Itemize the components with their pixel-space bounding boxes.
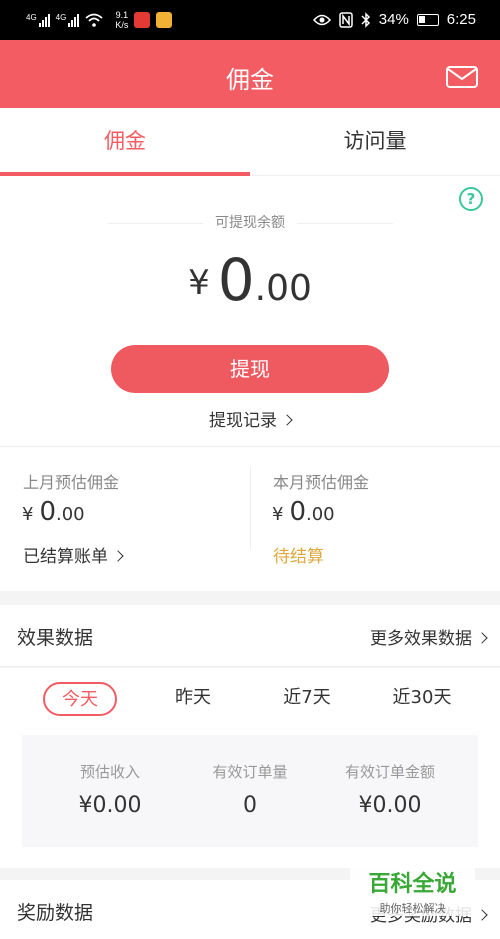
balance-label-wrap: 可提现余额 [0, 212, 500, 232]
stat-value: ¥0.00 [358, 793, 422, 818]
this-month-label: 本月预估佣金 [273, 473, 370, 492]
reward-data-title: 奖励数据 [17, 902, 94, 924]
period-yesterday[interactable]: 昨天 [160, 682, 226, 716]
help-icon[interactable]: ? [459, 187, 483, 211]
withdraw-record-link[interactable]: 提现记录 [0, 406, 500, 431]
watermark: 百科全说 助你轻松解决 [350, 860, 475, 916]
network-type-2: 4G [55, 13, 67, 22]
stat-label: 有效订单量 [212, 763, 288, 781]
period-selector: 今天 昨天 近7天 近30天 [0, 682, 500, 718]
status-right: 34% 6:25 [312, 11, 476, 28]
app-header: 佣金 [0, 40, 500, 108]
net-speed-unit: K/s [115, 20, 129, 30]
stat-label: 预估收入 [79, 763, 140, 781]
period-30-days[interactable]: 近30天 [382, 682, 462, 716]
signal-icon-2: 4G [56, 13, 80, 27]
bluetooth-icon [361, 11, 370, 28]
currency-symbol: ¥ [22, 504, 34, 525]
stat-value: 0 [243, 793, 257, 818]
more-effect-data-label: 更多效果数据 [370, 629, 472, 649]
this-month-decimal: .00 [306, 504, 335, 525]
more-effect-data-link[interactable]: 更多效果数据 [370, 624, 488, 649]
watermark-main: 百科全说 [368, 872, 457, 897]
settled-bills-label: 已结算账单 [23, 547, 108, 567]
clock: 6:25 [446, 11, 476, 28]
stat-value: ¥0.00 [78, 793, 142, 818]
mail-icon[interactable] [446, 66, 478, 88]
currency-symbol: ¥ [272, 504, 284, 525]
status-bar: 4G 4G 9.1 K/s 34% 6:25 [0, 0, 500, 40]
chevron-right-icon [112, 550, 124, 562]
withdraw-record-label: 提现记录 [209, 411, 277, 431]
period-today[interactable]: 今天 [43, 682, 117, 716]
period-7-days[interactable]: 近7天 [272, 682, 342, 716]
page-title: 佣金 [226, 66, 274, 94]
signal-icon-1: 4G [26, 13, 50, 27]
balance-decimal: .00 [254, 268, 312, 309]
chevron-right-icon [476, 632, 488, 644]
app-notification-icon [134, 12, 151, 28]
balance-label: 可提现余额 [203, 215, 297, 231]
settled-bills-link[interactable]: 已结算账单 [23, 542, 124, 567]
this-month-column: 本月预估佣金 ¥0.00 待结算 [250, 447, 500, 592]
stat-label: 有效订单金额 [344, 763, 435, 781]
wifi-icon [85, 13, 103, 27]
tab-visits[interactable]: 访问量 [250, 108, 500, 176]
currency-symbol: ¥ [188, 263, 210, 303]
chevron-right-icon [281, 414, 293, 426]
balance-amount: ¥0.00 [0, 246, 500, 314]
monthly-commission: 上月预估佣金 ¥0.00 已结算账单 本月预估佣金 ¥0.00 待结算 [0, 446, 500, 591]
balance-card: ? 可提现余额 ¥0.00 提现 提现记录 [0, 176, 500, 446]
last-month-label: 上月预估佣金 [23, 473, 120, 492]
effect-data-header: 效果数据 更多效果数据 [0, 605, 500, 667]
tab-commission[interactable]: 佣金 [0, 108, 250, 176]
eye-icon [312, 14, 331, 25]
status-left: 4G 4G 9.1 K/s [26, 10, 173, 30]
last-month-amount: ¥0.00 [22, 497, 85, 527]
net-speed: 9.1 K/s [115, 10, 128, 30]
effect-data-title: 效果数据 [17, 627, 94, 649]
this-month-integer: 0 [289, 497, 306, 527]
nfc-icon [339, 11, 353, 28]
watermark-sub: 助你轻松解决 [379, 902, 446, 915]
last-month-decimal: .00 [56, 504, 85, 525]
balance-integer: 0 [217, 246, 255, 314]
battery-icon [416, 13, 439, 26]
effect-data-body: 今天 昨天 近7天 近30天 预估收入 ¥0.00 有效订单量 0 有效订单金额… [0, 668, 500, 868]
pending-status: 待结算 [273, 547, 324, 567]
withdraw-button[interactable]: 提现 [111, 345, 389, 393]
chevron-right-icon [476, 909, 488, 921]
last-month-integer: 0 [39, 497, 56, 527]
last-month-column: 上月预估佣金 ¥0.00 已结算账单 [0, 447, 250, 592]
net-speed-value: 9.1 [115, 10, 129, 20]
network-type-1: 4G [26, 13, 37, 22]
email-notification-icon [156, 12, 173, 28]
this-month-amount: ¥0.00 [272, 497, 335, 527]
tab-bar: 佣金 访问量 [0, 108, 500, 176]
commission-page: 4G 4G 9.1 K/s 34% 6:25 佣金 佣金 访问量 ? 可提现余额… [0, 0, 500, 939]
stats-panel: 预估收入 ¥0.00 有效订单量 0 有效订单金额 ¥0.00 [22, 735, 478, 847]
battery-percent: 34% [378, 11, 409, 28]
